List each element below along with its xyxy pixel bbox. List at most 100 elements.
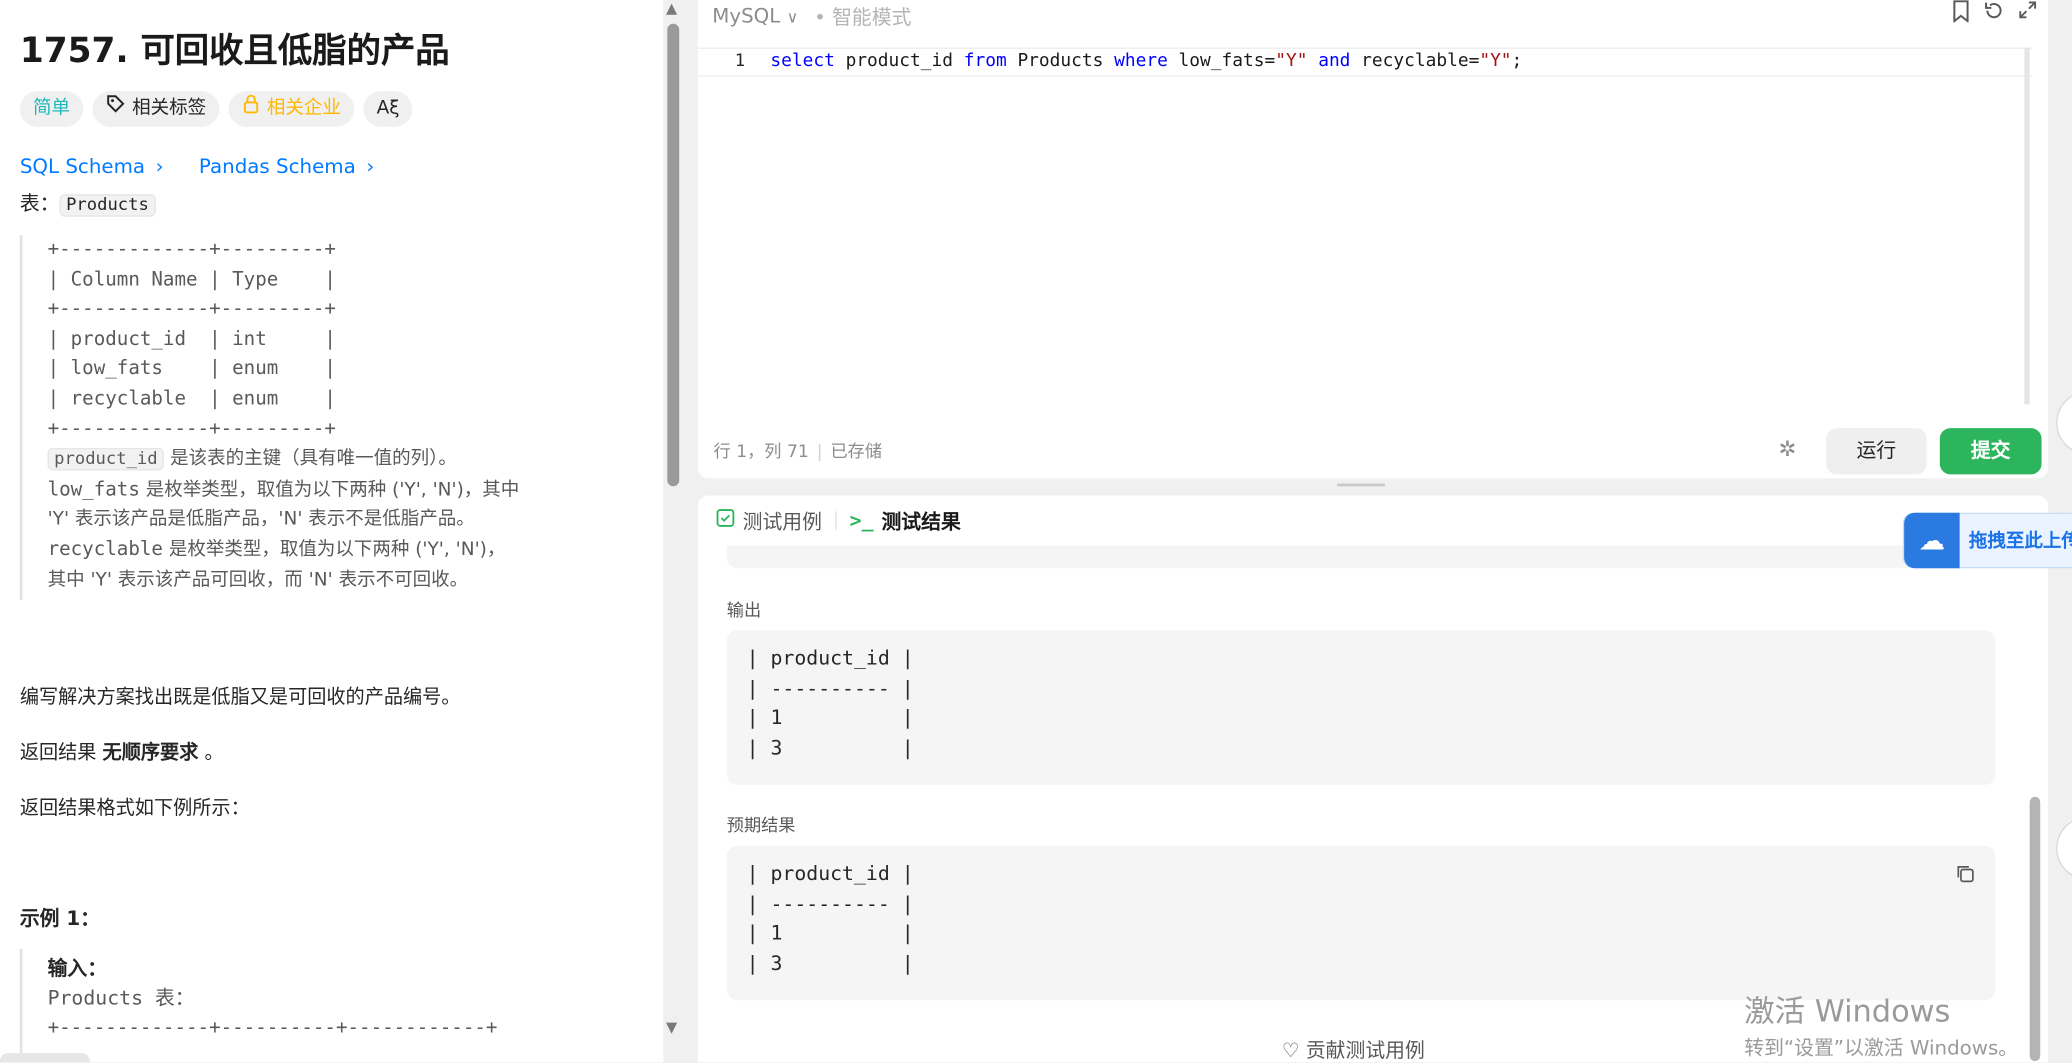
cloud-icon: ☁ [1904, 512, 1960, 569]
translate-icon: Aξ [376, 97, 400, 119]
tag-row: 简单 相关标签 相关企业 Aξ [19, 91, 413, 127]
tab-testcase-label: 测试用例 [742, 509, 822, 534]
example-title: 示例 1： [19, 906, 100, 931]
problem-panel: 1757. 可回收且低脂的产品 简单 相关标签 相关企业 Aξ SQL Sche… [0, 0, 664, 1063]
watermark-line-1: 激活 Windows [1744, 995, 1951, 1030]
left-scrollbar-thumb[interactable] [667, 23, 680, 487]
difficulty-label: 简单 [33, 97, 71, 119]
submit-button[interactable]: 提交 [1939, 428, 2042, 475]
side-float-button[interactable] [2056, 391, 2072, 455]
related-companies-button[interactable]: 相关企业 [228, 91, 355, 127]
pandas-schema-link[interactable]: Pandas Schema › [199, 155, 374, 179]
checkbox-icon [716, 509, 735, 533]
table-name-code: Products [59, 194, 156, 217]
desc-text: 是枚举类型，取值为以下两种 ('Y', 'N')，其中 [139, 479, 520, 501]
code-text: low_fats= [1167, 50, 1276, 72]
terminal-icon: >_ [849, 508, 874, 533]
task-text: 编写解决方案找出既是低脂又是可回收的产品编号。 [19, 687, 461, 709]
code-text: Products [1006, 50, 1115, 72]
chevron-right-icon: › [366, 154, 375, 179]
example-block: 输入： Products 表： +-------------+---------… [19, 948, 654, 1055]
result-scrollbar[interactable] [2029, 796, 2041, 1062]
tab-testcase[interactable]: 测试用例 [716, 507, 822, 535]
difficulty-badge[interactable]: 简单 [19, 91, 84, 127]
code-keyword: where [1114, 50, 1168, 72]
example-table-name: Products 表： [47, 985, 195, 1010]
pandas-schema-label: Pandas Schema [198, 154, 356, 179]
editor-toolbar: MySQL ∨ • 智能模式 [712, 0, 911, 32]
result-panel: 测试用例 >_ 测试结果 输出 | product_id | | --------… [697, 495, 2049, 1063]
saved-status: 已存储 [830, 442, 883, 463]
lock-icon [242, 91, 260, 127]
contribute-label: 贡献测试用例 [1305, 1038, 1425, 1063]
desc-line-5: 其中 'Y' 表示该产品可回收，而 'N' 表示不可回收。 [47, 568, 469, 591]
code-string: "Y" [1479, 50, 1512, 72]
run-button[interactable]: 运行 [1826, 428, 1927, 475]
copy-icon[interactable] [1956, 864, 1974, 888]
expected-table: | product_id | | ---------- | | 1 | | 3 … [746, 861, 914, 975]
windows-watermark: 激活 Windows 转到“设置”以激活 Windows。 [1744, 986, 2018, 1061]
language-label: MySQL [712, 3, 781, 28]
smart-mode-label: 智能模式 [832, 4, 912, 29]
expected-label: 预期结果 [726, 816, 796, 837]
line-number: 1 [734, 51, 746, 72]
schema-links: SQL Schema › Pandas Schema › [20, 155, 374, 179]
debug-icon[interactable]: ✲ [1779, 436, 1797, 461]
result-tabs: 测试用例 >_ 测试结果 [716, 496, 961, 546]
inline-code: product_id [47, 448, 165, 471]
table-line: 表： Products [20, 189, 156, 217]
code-line[interactable]: select product_id from Products where lo… [770, 50, 1522, 71]
upload-drop-widget[interactable]: ☁ 拖拽至此上传 [1902, 512, 2072, 569]
desc-text: 是该表的主键（具有唯一值的列）。 [164, 448, 457, 470]
tab-result[interactable]: >_ 测试结果 [850, 507, 961, 535]
editor-actions [1952, 0, 2038, 29]
scroll-up-icon[interactable]: ▲ [666, 0, 677, 17]
panel-resize-handle[interactable] [1337, 483, 1385, 489]
inline-code: recyclable [47, 539, 163, 561]
watermark-line-2: 转到“设置”以激活 Windows。 [1744, 1035, 2019, 1060]
desc-line-4: recyclable 是枚举类型，取值为以下两种 ('Y', 'N')， [48, 535, 655, 565]
bottom-tab[interactable] [0, 1053, 90, 1063]
output-table: | product_id | | ---------- | | 1 | | 3 … [746, 646, 914, 760]
code-text: product_id [834, 50, 964, 72]
code-text: ; [1511, 50, 1523, 72]
code-keyword: and [1318, 50, 1351, 72]
reset-icon[interactable] [1983, 0, 2004, 29]
language-select[interactable]: MySQL ∨ [712, 4, 798, 28]
smart-mode-toggle[interactable]: • 智能模式 [814, 2, 911, 30]
sql-schema-label: SQL Schema [19, 154, 146, 179]
code-keyword: from [963, 50, 1007, 72]
desc-line-1: product_id 是该表的主键（具有唯一值的列）。 [47, 444, 655, 475]
heart-icon: ♡ [1281, 1038, 1300, 1063]
example-table-border: +-------------+----------+------------+ [47, 1017, 498, 1039]
related-tags-button[interactable]: 相关标签 [92, 91, 220, 127]
fullscreen-icon[interactable] [2018, 0, 2038, 29]
editor-status: 行 1，列 71 | 已存储 [713, 442, 883, 463]
tab-divider [835, 511, 837, 530]
schema-block: +-------------+---------+ | Column Name … [19, 235, 655, 600]
tab-result-label: 测试结果 [881, 509, 961, 534]
bookmark-icon[interactable] [1952, 0, 1970, 29]
order-suffix: 。 [198, 742, 224, 764]
chevron-down-icon: ∨ [786, 7, 799, 27]
translate-button[interactable]: Aξ [363, 91, 413, 127]
desc-text: 是枚举类型，取值为以下两种 ('Y', 'N')， [162, 539, 506, 561]
problem-title: 1757. 可回收且低脂的产品 [19, 31, 450, 72]
inline-code: low_fats [47, 479, 140, 501]
example-input-label: 输入： [47, 956, 108, 981]
output-label: 输出 [726, 601, 762, 622]
code-text: recyclable= [1350, 50, 1480, 72]
code-keyword: select [770, 50, 835, 72]
tag-icon [106, 91, 126, 127]
scroll-down-icon[interactable]: ▼ [666, 1019, 677, 1036]
cursor-position: 行 1，列 71 [713, 442, 809, 463]
related-companies-label: 相关企业 [266, 97, 341, 119]
desc-line-2: low_fats 是枚举类型，取值为以下两种 ('Y', 'N')，其中 [48, 475, 655, 505]
side-float-button[interactable] [2056, 816, 2072, 881]
contribute-testcase-link[interactable]: ♡ 贡献测试用例 [1281, 1036, 1425, 1063]
schema-table: +-------------+---------+ | Column Name … [47, 239, 336, 440]
desc-line-3: 'Y' 表示该产品是低脂产品，'N' 表示不是低脂产品。 [47, 509, 475, 531]
sql-schema-link[interactable]: SQL Schema › [20, 155, 164, 179]
editor-scrollbar[interactable] [2024, 47, 2030, 405]
